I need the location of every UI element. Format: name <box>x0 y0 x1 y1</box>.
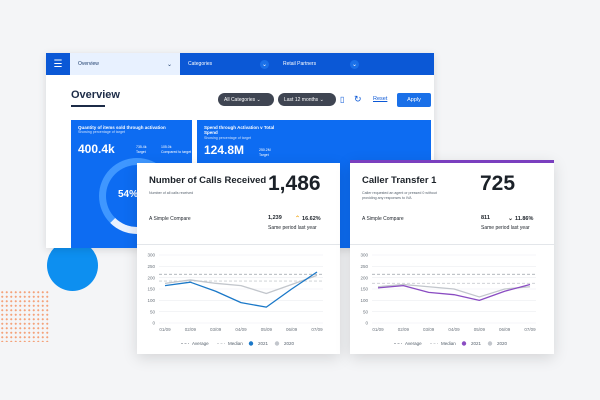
x-tick-label: 02/09 <box>398 327 410 332</box>
category-filter-value: All Categories <box>224 96 256 103</box>
legend-label: Average <box>405 341 422 346</box>
x-tick-label: 07/09 <box>524 327 536 332</box>
y-tick-label: 300 <box>360 253 368 258</box>
period-filter-value: Last 12 months <box>284 96 319 103</box>
legend-label: 2021 <box>258 341 269 346</box>
hamburger-menu-icon[interactable]: ☰ <box>46 53 70 75</box>
transfer-compare-percent: 11.86% <box>515 216 534 222</box>
transfer-compare-value: 811 <box>481 215 490 221</box>
legend-swatch <box>274 341 280 346</box>
y-tick-label: 200 <box>147 275 155 280</box>
series-line-2020 <box>164 274 318 295</box>
page-title: Overview <box>71 89 120 101</box>
series-line-2021 <box>377 283 531 301</box>
y-tick-label: 250 <box>360 264 368 269</box>
y-tick-label: 150 <box>147 287 155 292</box>
y-tick-label: 100 <box>147 298 155 303</box>
x-tick-label: 01/09 <box>159 327 171 332</box>
chevron-down-icon: ⌄ <box>260 59 269 69</box>
y-tick-label: 0 <box>365 321 368 326</box>
arrow-down-icon: ⌄ <box>508 216 514 222</box>
legend-label: 2020 <box>284 341 295 346</box>
divider <box>350 244 554 245</box>
calls-compare-percent: 16.62% <box>302 216 321 222</box>
calls-compare-caption: Same period last year <box>268 225 317 231</box>
period-filter[interactable]: Last 12 months ⌄ <box>278 93 336 106</box>
quantity-card-subtitle: Showing percentage of target <box>78 130 125 135</box>
calls-received-card: Number of Calls Received Number of all c… <box>137 163 340 354</box>
tab-categories[interactable]: Categories ⌄ <box>180 53 275 75</box>
chevron-down-icon: ⌄ <box>350 59 359 69</box>
calls-card-title: Number of Calls Received <box>149 175 267 186</box>
quantity-card-percent: 54% <box>118 189 139 200</box>
spend-card-value: 124.8M <box>204 142 245 157</box>
calls-compare-value: 1,239 <box>268 215 282 221</box>
spend-card-title: Spend through Activation v Total Spend <box>204 125 275 136</box>
y-tick-label: 300 <box>147 253 155 258</box>
x-tick-label: 05/09 <box>474 327 486 332</box>
x-tick-label: 03/09 <box>423 327 435 332</box>
tab-overview[interactable]: Overview ⌄ <box>70 53 180 75</box>
y-tick-label: 250 <box>147 264 155 269</box>
decorative-dot-pattern <box>0 290 50 342</box>
tab-retail-partners[interactable]: Retail Partners ⌄ <box>275 53 365 75</box>
legend-swatch <box>461 341 467 346</box>
arrow-up-icon: ⌃ <box>295 216 301 222</box>
legend-swatch <box>248 341 254 346</box>
reset-link[interactable]: Reset <box>373 96 387 102</box>
calls-card-subtitle: Number of all calls received <box>149 191 194 195</box>
tab-categories-label: Categories <box>188 61 213 67</box>
tab-overview-label: Overview <box>78 61 99 67</box>
transfer-card-value: 725 <box>480 172 516 195</box>
x-tick-label: 06/09 <box>286 327 298 332</box>
y-tick-label: 0 <box>152 321 155 326</box>
quantity-card-mini-caption2: Compared to target <box>161 149 192 154</box>
legend-swatch <box>487 341 493 346</box>
x-tick-label: 01/09 <box>372 327 384 332</box>
legend-label: Median <box>228 341 243 346</box>
y-tick-label: 50 <box>363 309 369 314</box>
y-tick-label: 200 <box>360 275 368 280</box>
top-nav-bar: ☰ Overview ⌄ Categories ⌄ Retail Partner… <box>46 53 434 75</box>
legend-label: 2020 <box>497 341 508 346</box>
quantity-card-mini-caption: Target <box>136 149 146 154</box>
y-tick-label: 100 <box>360 298 368 303</box>
transfer-line-chart: 0 50 100 150 200 250 300 01/09 02/09 03/09 04/09 05… <box>360 253 536 346</box>
apply-button[interactable]: Apply <box>397 93 431 107</box>
series-line-2021 <box>164 271 318 308</box>
bookmark-icon[interactable]: ▯ <box>340 95 344 104</box>
legend-label: Median <box>441 341 456 346</box>
transfer-card-subtitle: Caller requested an agent or pressed 0 w… <box>362 191 437 201</box>
x-tick-label: 06/09 <box>499 327 511 332</box>
legend-label: 2021 <box>471 341 482 346</box>
transfer-card-title: Caller Transfer 1 <box>362 175 437 186</box>
transfer-compare-caption: Same period last year <box>481 225 530 231</box>
spend-card-mini-caption: Target <box>259 152 269 157</box>
calls-line-chart: 0 50 100 150 200 250 300 01/09 02/09 03/09 04/09 05… <box>147 253 323 346</box>
x-tick-label: 05/09 <box>261 327 273 332</box>
calls-compare-label: A Simple Compare <box>149 216 191 222</box>
divider <box>137 244 340 245</box>
calls-card-value: 1,486 <box>268 172 321 195</box>
x-tick-label: 07/09 <box>311 327 323 332</box>
spend-card-subtitle: Showing percentage of target <box>204 135 251 140</box>
legend-label: Average <box>192 341 209 346</box>
x-tick-label: 03/09 <box>210 327 222 332</box>
x-tick-label: 04/09 <box>235 327 247 332</box>
category-filter[interactable]: All Categories ⌄ <box>218 93 274 106</box>
x-tick-label: 02/09 <box>185 327 197 332</box>
y-tick-label: 50 <box>150 309 156 314</box>
chevron-down-icon: ⌄ <box>166 61 173 68</box>
title-underline <box>71 105 105 107</box>
y-tick-label: 150 <box>360 287 368 292</box>
transfer-compare-label: A Simple Compare <box>362 216 404 222</box>
spend-card-mini-value: 250.2M <box>259 148 271 152</box>
caller-transfer-card: Caller Transfer 1 Caller requested an ag… <box>350 160 554 354</box>
tab-retail-partners-label: Retail Partners <box>283 61 317 67</box>
quantity-card-mini-value: 735.4k <box>136 145 147 149</box>
refresh-icon[interactable]: ↻ <box>354 94 362 105</box>
x-tick-label: 04/09 <box>448 327 460 332</box>
